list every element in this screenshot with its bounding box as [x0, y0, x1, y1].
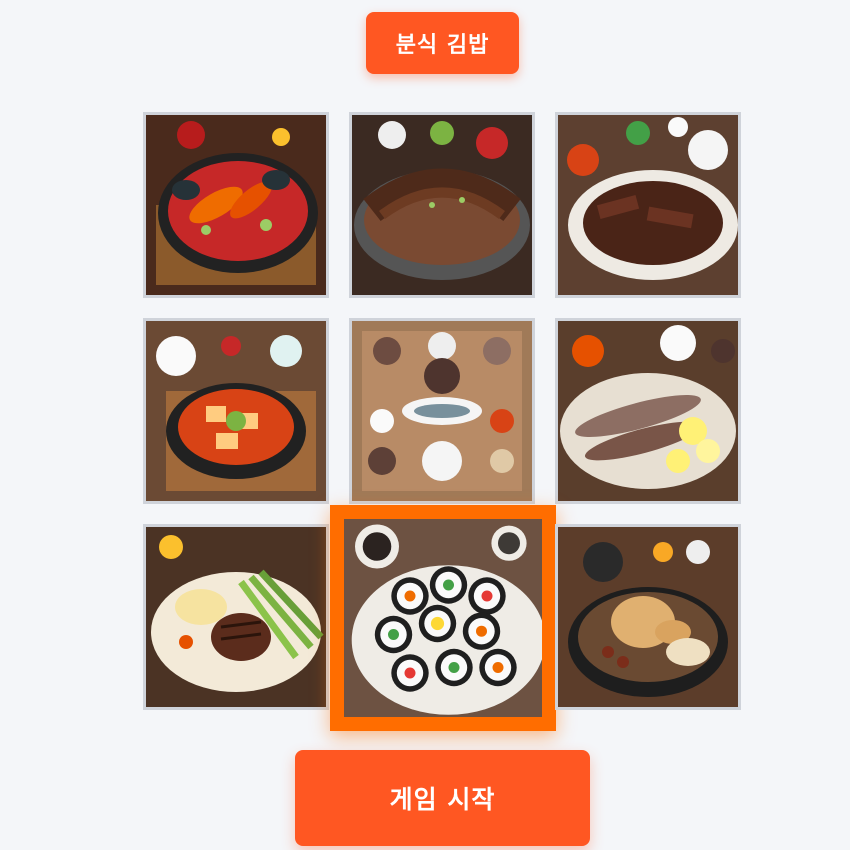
food-tile-braised-chicken[interactable]	[555, 524, 741, 710]
food-tile-bulgogi[interactable]	[555, 112, 741, 298]
grilled-eel-photo	[352, 115, 532, 295]
food-tile-grilled-eel[interactable]	[349, 112, 535, 298]
food-tile-grilled-mackerel[interactable]	[555, 318, 741, 504]
food-tile-spicy-seafood-stew[interactable]	[143, 112, 329, 298]
food-grid	[0, 0, 850, 850]
steak-asparagus-photo	[146, 527, 326, 707]
grilled-mackerel-photo	[558, 321, 738, 501]
food-tile-gimbap[interactable]	[330, 505, 556, 731]
food-tile-tofu-stew[interactable]	[143, 318, 329, 504]
gimbap-photo	[344, 519, 542, 717]
spicy-seafood-stew-photo	[146, 115, 326, 295]
bulgogi-photo	[558, 115, 738, 295]
food-tile-korean-table-spread[interactable]	[349, 318, 535, 504]
food-tile-steak-asparagus[interactable]	[143, 524, 329, 710]
tofu-stew-photo	[146, 321, 326, 501]
braised-chicken-photo	[558, 527, 738, 707]
start-game-button[interactable]: 게임 시작	[295, 750, 590, 846]
korean-table-spread-photo	[352, 321, 532, 501]
